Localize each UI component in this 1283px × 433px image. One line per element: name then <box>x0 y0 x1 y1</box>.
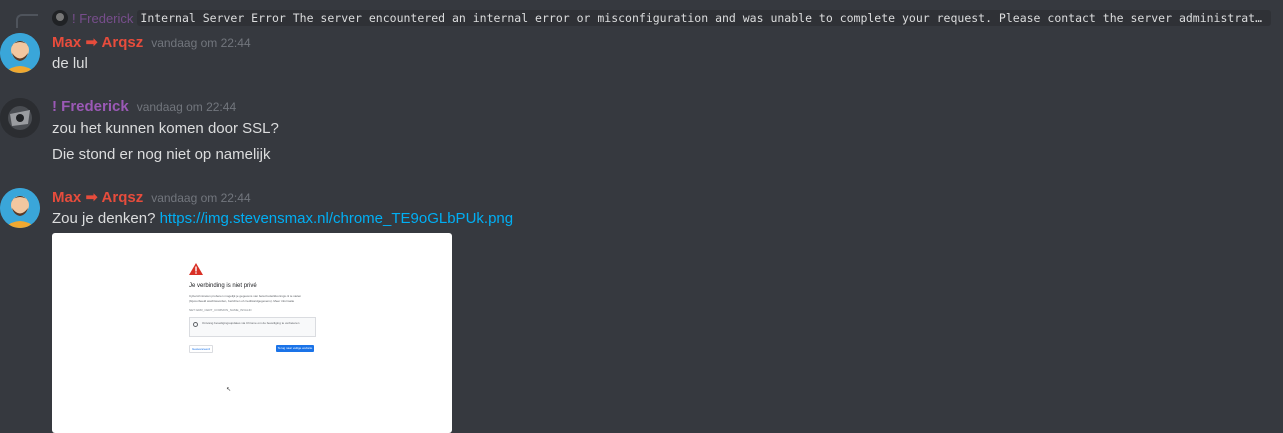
reply-content: Internal Server Error The server encount… <box>137 10 1272 26</box>
image-attachment[interactable]: Je verbinding is niet privé Cybercrimine… <box>52 233 452 433</box>
message-text: Zou je denken? https://img.stevensmax.nl… <box>52 210 513 227</box>
author-name[interactable]: Max ➡ Arqsz <box>52 33 143 51</box>
warning-icon <box>189 263 203 275</box>
info-icon <box>193 322 198 327</box>
message-link[interactable]: https://img.stevensmax.nl/chrome_TE9oGLb… <box>160 210 514 227</box>
reply-author[interactable]: ! Frederick <box>72 11 133 26</box>
message-text-content: Zou je denken? <box>52 210 156 227</box>
reply-avatar <box>52 10 68 26</box>
message-header: ! Frederick vandaag om 22:44 <box>52 98 236 115</box>
author-name[interactable]: Max ➡ Arqsz <box>52 188 143 206</box>
message-text: de lul <box>52 55 88 72</box>
advanced-button: Geavanceerd <box>189 345 213 353</box>
message-header: Max ➡ Arqsz vandaag om 22:44 <box>52 33 251 51</box>
embed-error-code: NET::ERR_CERT_COMMON_NAME_INVALID <box>189 308 252 312</box>
timestamp[interactable]: vandaag om 22:44 <box>151 36 250 50</box>
reply-preview[interactable]: ! Frederick Internal Server Error The se… <box>52 9 1272 27</box>
embed-body: Cybercriminelen proberen mogelijk je geg… <box>189 294 302 303</box>
embed-notice: Ontvang beveiligingsupdates via Chrome o… <box>202 321 300 325</box>
timestamp[interactable]: vandaag om 22:44 <box>137 100 236 114</box>
cursor-icon: ↖ <box>226 387 232 393</box>
avatar[interactable] <box>0 98 40 138</box>
avatar[interactable] <box>0 188 40 228</box>
timestamp[interactable]: vandaag om 22:44 <box>151 191 250 205</box>
avatar[interactable] <box>0 33 40 73</box>
embed-heading: Je verbinding is niet privé <box>189 283 257 289</box>
message-header: Max ➡ Arqsz vandaag om 22:44 <box>52 188 251 206</box>
embed-notice-box: Ontvang beveiligingsupdates via Chrome o… <box>189 317 316 337</box>
message-text: zou het kunnen komen door SSL? <box>52 120 279 137</box>
message-text: Die stond er nog niet op namelijk <box>52 146 271 163</box>
author-name[interactable]: ! Frederick <box>52 98 129 115</box>
back-to-safety-button: Terug naar veilige website <box>276 345 314 352</box>
reply-spine <box>16 14 38 28</box>
